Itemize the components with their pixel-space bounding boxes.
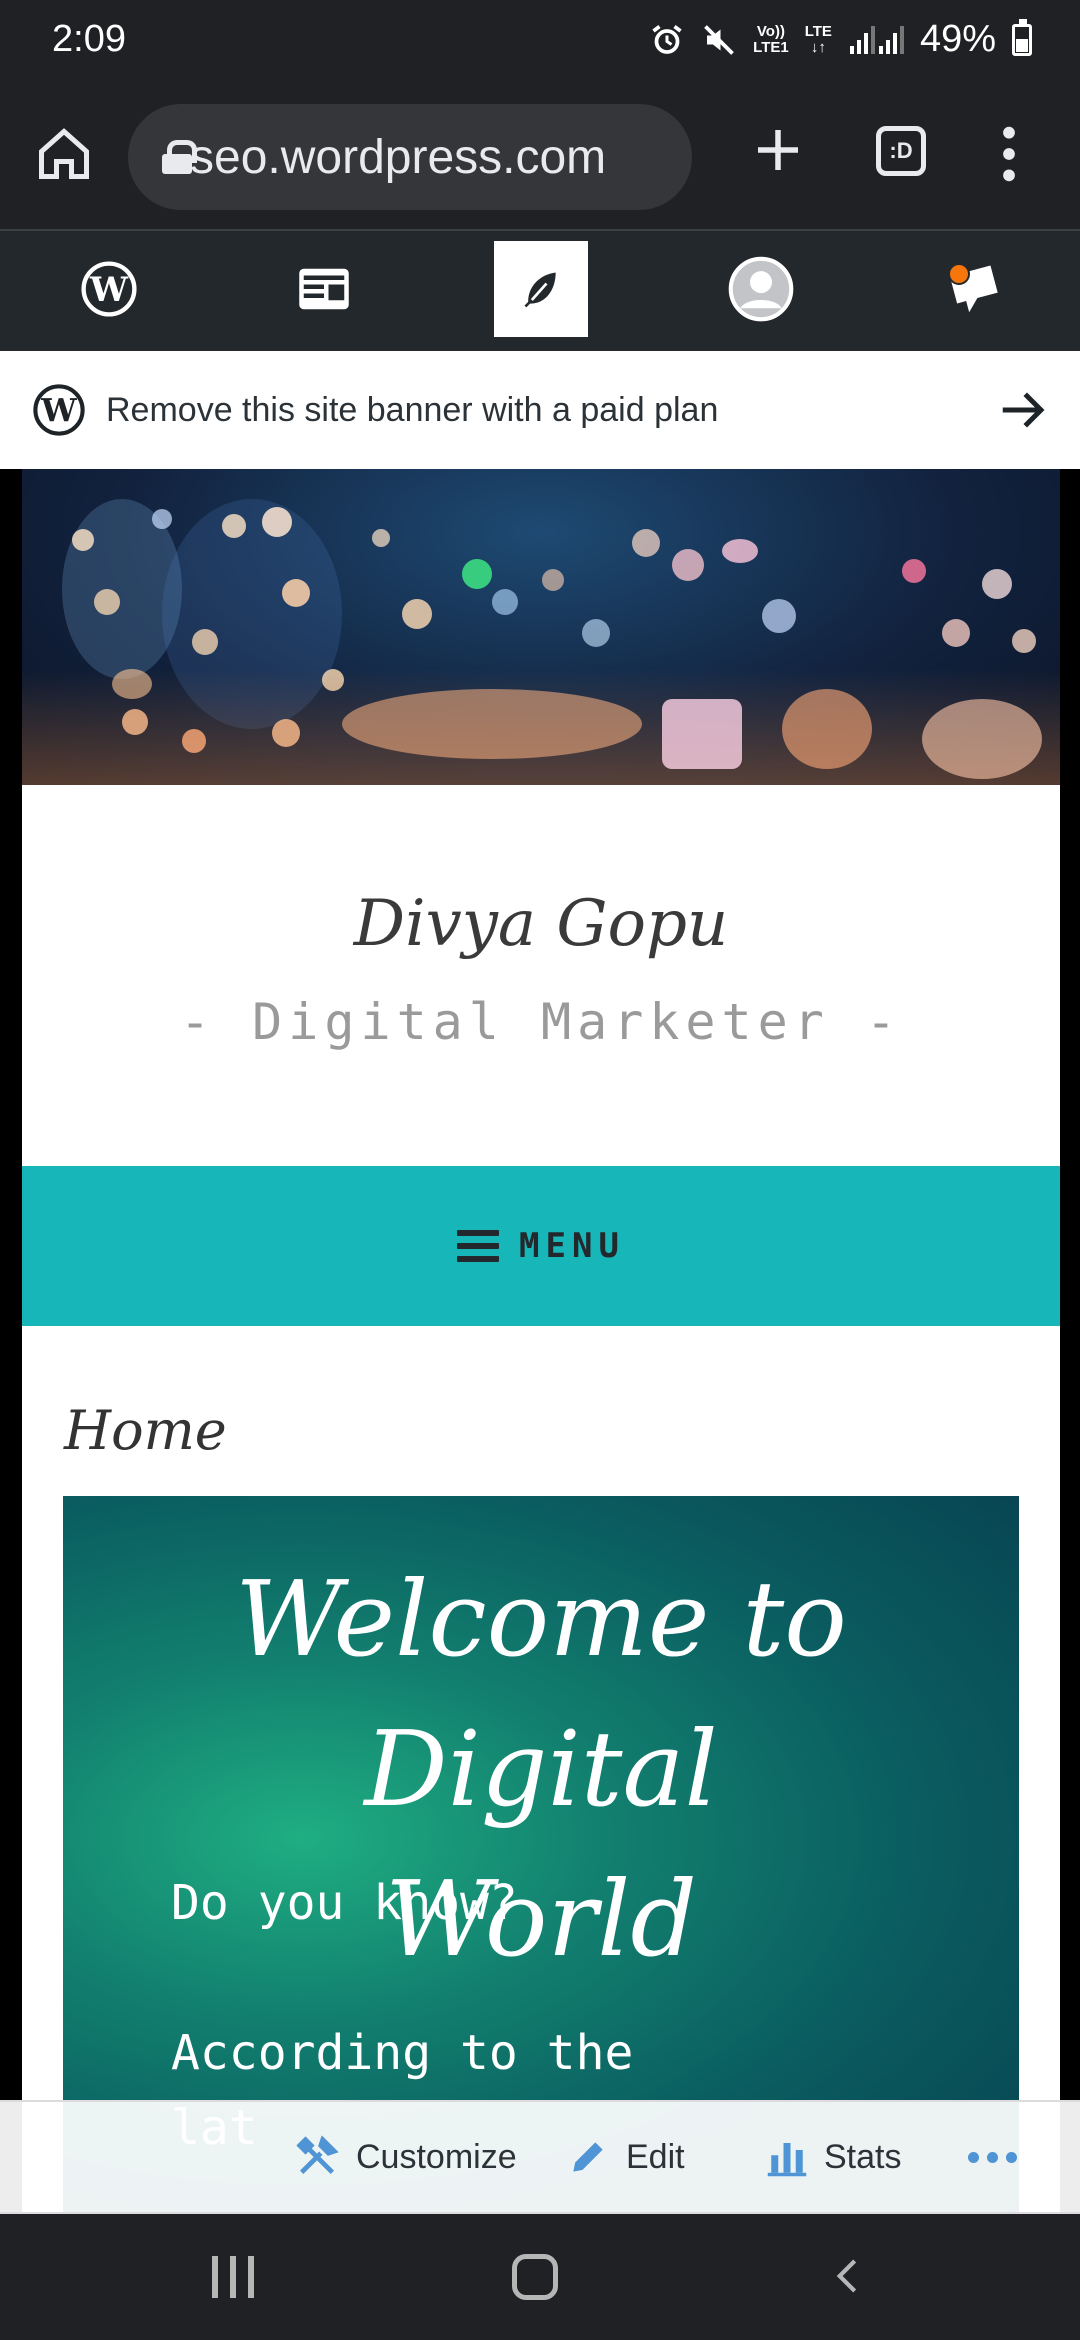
home-button[interactable] [34, 124, 94, 184]
pencil-icon [573, 2142, 603, 2172]
site-title[interactable]: Divya Gopu [22, 887, 1060, 961]
wp-reader-button[interactable] [277, 241, 371, 337]
avatar-icon [728, 256, 794, 322]
svg-text:W: W [40, 392, 77, 429]
more-actions-button[interactable] [968, 2152, 1017, 2163]
site-banner[interactable]: W Remove this site banner with a paid pl… [0, 351, 1080, 469]
home-icon [39, 128, 89, 179]
status-icons: Vo)) LTE1 LTE ↓↑ 49% [649, 18, 1032, 61]
svg-text:W: W [89, 269, 129, 309]
wp-profile-button[interactable] [714, 241, 808, 337]
home-nav-button[interactable] [512, 2254, 558, 2300]
welcome-line: Do you know? [171, 1875, 518, 1931]
more-vertical-icon [1003, 126, 1015, 182]
lte-label: LTE [804, 22, 832, 40]
tab-switcher-button[interactable]: :D [876, 126, 926, 176]
system-nav-bar [0, 2214, 1080, 2340]
back-button[interactable] [828, 2256, 868, 2296]
reader-icon [299, 268, 349, 310]
url-text: seo.wordpress.com [190, 130, 607, 184]
menu-label: MENU [519, 1226, 625, 1266]
signal-icon [848, 24, 904, 56]
browser-toolbar: seo.wordpress.com :D [0, 84, 1080, 230]
battery-icon [1012, 18, 1032, 56]
lte-arrows: ↓↑ [810, 38, 826, 56]
wp-notifications-button[interactable] [928, 241, 1022, 337]
stats-label: Stats [824, 2137, 902, 2176]
page-title: Home [64, 1399, 227, 1462]
lte1-label: LTE1 [753, 38, 789, 56]
recents-button[interactable] [212, 2256, 254, 2298]
stats-button[interactable]: Stats [766, 2102, 901, 2212]
hamburger-icon [457, 1230, 500, 1262]
edit-button[interactable]: Edit [566, 2102, 685, 2212]
wp-my-sites-button[interactable]: W [62, 241, 156, 337]
status-time: 2:09 [52, 18, 126, 60]
plus-icon [758, 130, 798, 170]
wordpress-logo-icon: W [33, 384, 85, 436]
customize-label: Customize [356, 2137, 517, 2176]
new-tab-button[interactable] [748, 120, 808, 180]
welcome-line [171, 1941, 633, 2016]
welcome-line: According to the [171, 2025, 634, 2081]
alarm-icon [649, 22, 685, 58]
arrow-right-icon[interactable] [996, 383, 1050, 437]
tab-switcher-label: :D [889, 138, 913, 163]
browser-menu-button[interactable] [994, 122, 1024, 186]
edit-label: Edit [626, 2137, 685, 2176]
address-bar[interactable]: seo.wordpress.com [128, 104, 692, 210]
banner-text: Remove this site banner with a paid plan [106, 390, 719, 429]
volte-label: Vo)) [756, 22, 785, 40]
notification-dot [948, 263, 970, 285]
volte-indicator: Vo)) LTE1 [753, 22, 789, 56]
customize-button[interactable]: Customize [294, 2102, 517, 2212]
wp-write-button[interactable] [494, 241, 588, 337]
mute-icon [701, 22, 737, 58]
tools-icon [296, 2135, 339, 2175]
wordpress-logo-icon: W [81, 261, 137, 317]
site-description: - Digital Marketer - [179, 993, 903, 1051]
status-bar: 2:09 Vo)) LTE1 LTE ↓↑ 49% [0, 0, 1080, 84]
site-page: Divya Gopu - Digital Marketer - MENU Hom… [22, 469, 1060, 2219]
header-image [22, 469, 1060, 785]
wp-admin-bar: W [0, 231, 1080, 351]
bar-chart-icon [767, 2143, 807, 2177]
lte-indicator: LTE ↓↑ [804, 22, 832, 56]
feather-icon [524, 272, 556, 308]
battery-percent: 49% [919, 18, 996, 60]
menu-toggle[interactable]: MENU [22, 1166, 1060, 1326]
wp-action-bar: Customize Edit Stats [0, 2100, 1080, 2214]
lock-icon [162, 140, 197, 174]
